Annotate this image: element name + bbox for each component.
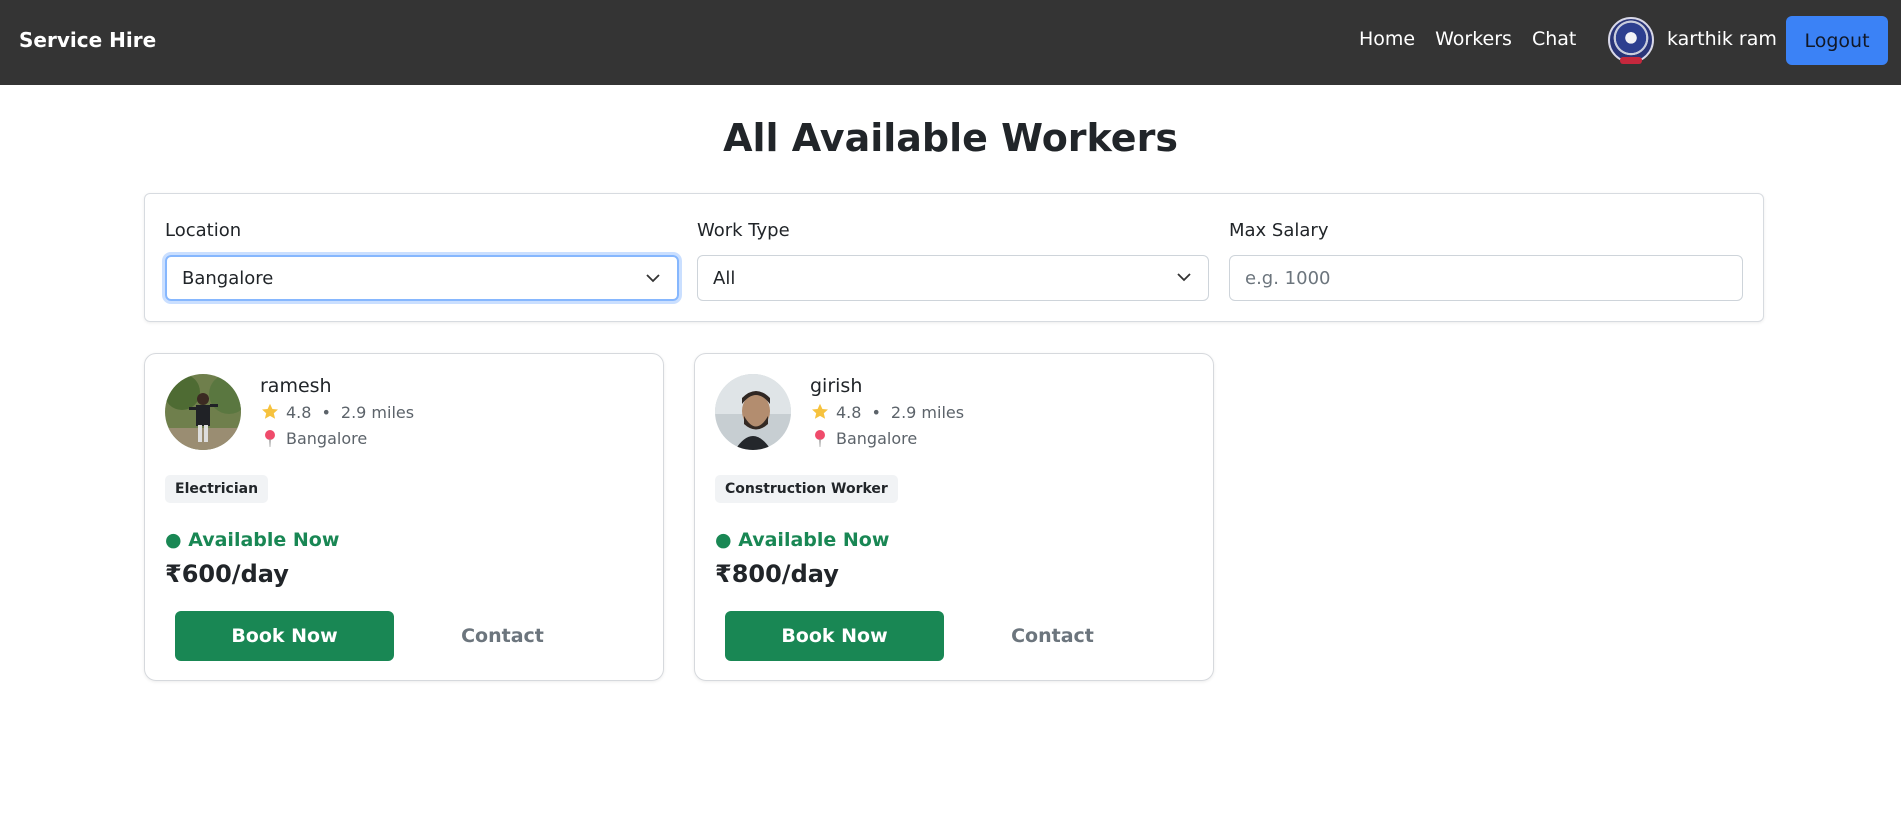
daily-rate: ₹600/day <box>165 560 289 588</box>
book-now-button[interactable]: Book Now <box>175 611 394 661</box>
worker-card: ramesh 4.8 • 2.9 miles Bangalore Electri… <box>144 353 664 681</box>
top-navbar: Service Hire Home Workers Chat karthik r… <box>0 0 1901 85</box>
chevron-down-icon <box>646 274 660 283</box>
worker-distance: 2.9 miles <box>890 402 965 422</box>
contact-button[interactable]: Contact <box>943 611 1162 661</box>
logout-button[interactable]: Logout <box>1786 16 1888 65</box>
worker-distance: 2.9 miles <box>340 402 415 422</box>
availability-status: ● Available Now <box>165 529 340 551</box>
separator-dot: • <box>871 402 881 422</box>
worker-avatar <box>715 374 791 450</box>
worker-rating: 4.8 <box>286 402 312 422</box>
availability-status: ● Available Now <box>715 529 890 551</box>
chevron-down-icon <box>1177 273 1191 282</box>
max-salary-input[interactable]: e.g. 1000 <box>1229 255 1743 301</box>
nav-workers-link[interactable]: Workers <box>1435 28 1512 50</box>
star-icon <box>262 403 278 419</box>
brand-logo-text[interactable]: Service Hire <box>19 28 156 52</box>
worker-location: Bangalore <box>836 428 918 448</box>
map-pin-icon <box>815 430 825 447</box>
worker-name: girish <box>810 375 863 397</box>
work-type-select[interactable]: All <box>697 255 1209 301</box>
work-type-label: Work Type <box>697 220 790 241</box>
worker-avatar <box>165 374 241 450</box>
nav-links: Home Workers Chat <box>1359 28 1576 50</box>
skill-badge: Electrician <box>165 475 269 503</box>
worker-location: Bangalore <box>286 428 368 448</box>
worker-rating-row: 4.8 • 2.9 miles <box>260 402 414 422</box>
location-select[interactable]: Bangalore <box>165 255 679 301</box>
filter-panel: Location Bangalore Work Type All Max Sal… <box>144 193 1764 322</box>
daily-rate: ₹800/day <box>715 560 839 588</box>
user-avatar[interactable] <box>1608 17 1654 64</box>
page-title: All Available Workers <box>723 116 1178 160</box>
worker-name: ramesh <box>260 375 332 397</box>
nav-chat-link[interactable]: Chat <box>1532 28 1576 50</box>
user-name: karthik ram <box>1667 28 1777 50</box>
map-pin-icon <box>265 430 275 447</box>
separator-dot: • <box>321 402 331 422</box>
nav-home-link[interactable]: Home <box>1359 28 1415 50</box>
work-type-selected-value: All <box>713 267 736 289</box>
worker-card: girish 4.8 • 2.9 miles Bangalore Constru… <box>694 353 1214 681</box>
location-selected-value: Bangalore <box>182 267 274 289</box>
max-salary-label: Max Salary <box>1229 220 1329 241</box>
worker-rating-row: 4.8 • 2.9 miles <box>810 402 964 422</box>
star-icon <box>812 403 828 419</box>
worker-rating: 4.8 <box>836 402 862 422</box>
worker-location-row: Bangalore <box>260 428 367 448</box>
worker-location-row: Bangalore <box>810 428 917 448</box>
contact-button[interactable]: Contact <box>393 611 612 661</box>
location-label: Location <box>165 220 242 241</box>
book-now-button[interactable]: Book Now <box>725 611 944 661</box>
max-salary-placeholder: e.g. 1000 <box>1245 267 1331 289</box>
skill-badge: Construction Worker <box>715 475 898 503</box>
